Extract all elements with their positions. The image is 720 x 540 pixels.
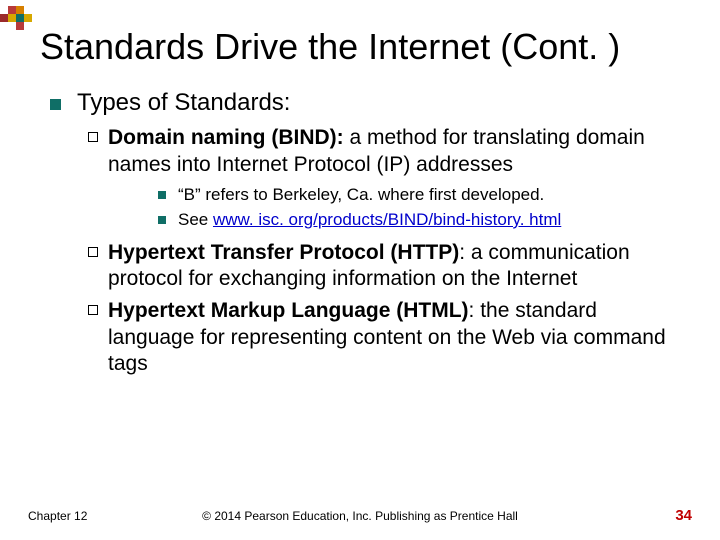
square-bullet-icon [50,99,61,110]
level2-list: Domain naming (BIND): a method for trans… [88,125,680,377]
see-prefix: See [178,210,213,229]
level3-list: “B” refers to Berkeley, Ca. where first … [158,184,680,232]
small-square-bullet-icon [158,191,166,199]
level3-item: “B” refers to Berkeley, Ca. where first … [158,184,680,207]
item-bold: Hypertext Transfer Protocol (HTTP) [108,241,459,264]
open-square-bullet-icon [88,247,98,257]
small-square-bullet-icon [158,216,166,224]
level2-text: Hypertext Transfer Protocol (HTTP): a co… [108,240,680,293]
level2-text: Hypertext Markup Language (HTML): the st… [108,298,680,377]
slide-body: Types of Standards: Domain naming (BIND)… [50,89,680,377]
item-bold: Hypertext Markup Language (HTML) [108,299,469,322]
copyright-text: © 2014 Pearson Education, Inc. Publishin… [0,509,720,523]
level2-item: Hypertext Markup Language (HTML): the st… [88,298,680,377]
level2-item: Hypertext Transfer Protocol (HTTP): a co… [88,240,680,293]
level3-text: See www. isc. org/products/BIND/bind-his… [178,209,561,232]
logo-icon [0,0,32,32]
item-bold: Domain naming (BIND): [108,126,344,149]
level2-item: Domain naming (BIND): a method for trans… [88,125,680,178]
level1-item: Types of Standards: [50,89,680,117]
level1-text: Types of Standards: [77,89,290,117]
footer: Chapter 12 © 2014 Pearson Education, Inc… [0,507,720,524]
open-square-bullet-icon [88,132,98,142]
level3-item: See www. isc. org/products/BIND/bind-his… [158,209,680,232]
slide-title: Standards Drive the Internet (Cont. ) [40,26,680,67]
open-square-bullet-icon [88,305,98,315]
level3-text: “B” refers to Berkeley, Ca. where first … [178,184,544,207]
history-link[interactable]: www. isc. org/products/BIND/bind-history… [213,210,561,229]
level2-text: Domain naming (BIND): a method for trans… [108,125,680,178]
slide: Standards Drive the Internet (Cont. ) Ty… [0,0,720,540]
